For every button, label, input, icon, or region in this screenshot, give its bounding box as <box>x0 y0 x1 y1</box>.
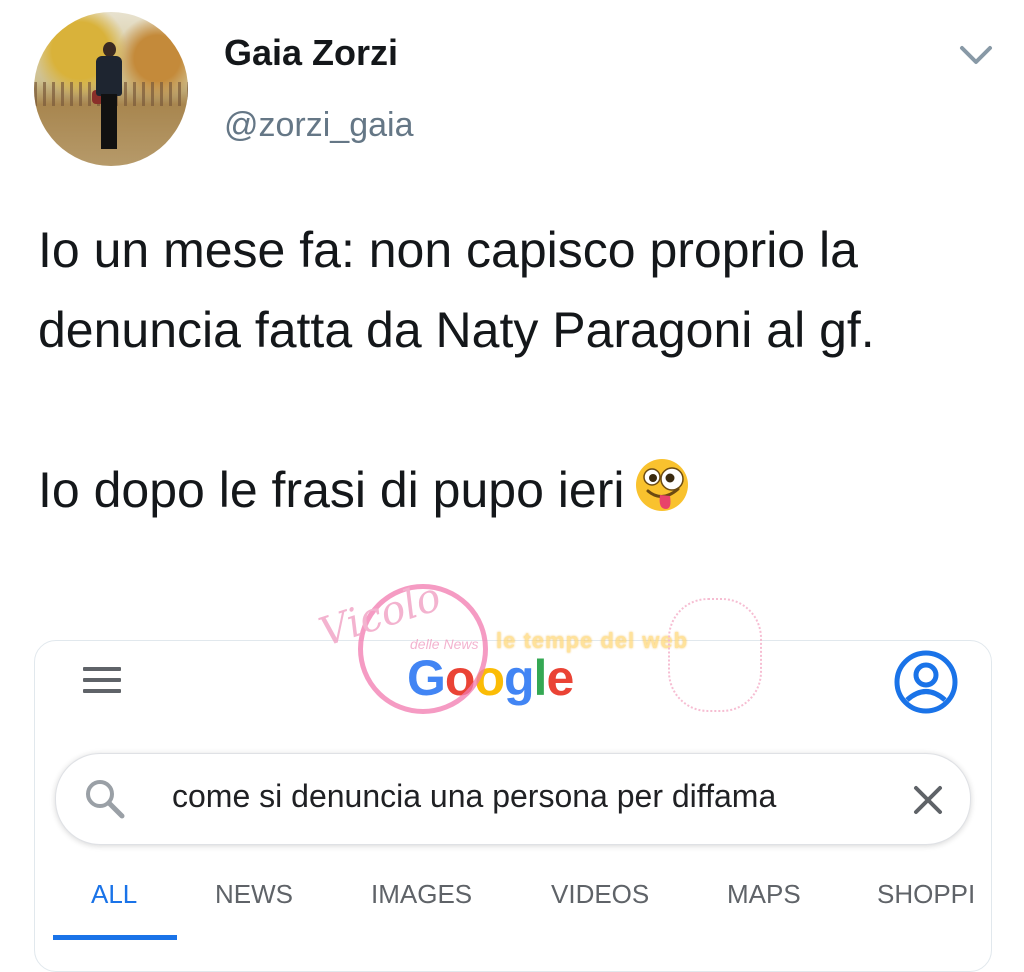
tweet-paragraph-2: Io dopo le frasi di pupo ieri <box>38 450 998 530</box>
search-icon[interactable] <box>82 776 128 822</box>
search-tabs: ALL NEWS IMAGES VIDEOS MAPS SHOPPI <box>35 879 991 940</box>
tab-news[interactable]: NEWS <box>215 879 293 910</box>
search-query[interactable]: come si denuncia una persona per diffama <box>172 778 776 815</box>
tab-images[interactable]: IMAGES <box>371 879 472 910</box>
search-input[interactable]: come si denuncia una persona per diffama <box>55 753 971 845</box>
watermark-band: le tempe del web <box>496 628 689 653</box>
tab-videos[interactable]: VIDEOS <box>551 879 649 910</box>
tweet-paragraph-1: Io un mese fa: non capisco proprio la de… <box>38 222 875 358</box>
active-tab-indicator <box>53 935 177 940</box>
tab-all[interactable]: ALL <box>91 879 137 910</box>
close-icon[interactable] <box>908 780 948 820</box>
tab-maps[interactable]: MAPS <box>727 879 801 910</box>
zany-face-emoji-icon <box>636 459 689 511</box>
chevron-down-icon[interactable] <box>958 40 994 68</box>
tab-shopping[interactable]: SHOPPI <box>877 879 975 910</box>
hamburger-menu-icon[interactable] <box>83 667 121 693</box>
watermark: Vicolo delle News le tempe del web <box>314 574 762 718</box>
avatar[interactable] <box>34 12 188 166</box>
author-handle[interactable]: @zorzi_gaia <box>224 106 414 145</box>
author-name[interactable]: Gaia Zorzi <box>224 32 398 74</box>
tweet-paragraph-2-text: Io dopo le frasi di pupo ieri <box>38 462 625 518</box>
account-icon[interactable] <box>893 649 959 715</box>
watermark-doodle <box>668 598 762 712</box>
watermark-subtext: delle News <box>410 636 479 652</box>
avatar-person <box>92 42 122 152</box>
tweet-text: Io un mese fa: non capisco proprio la de… <box>38 210 998 530</box>
